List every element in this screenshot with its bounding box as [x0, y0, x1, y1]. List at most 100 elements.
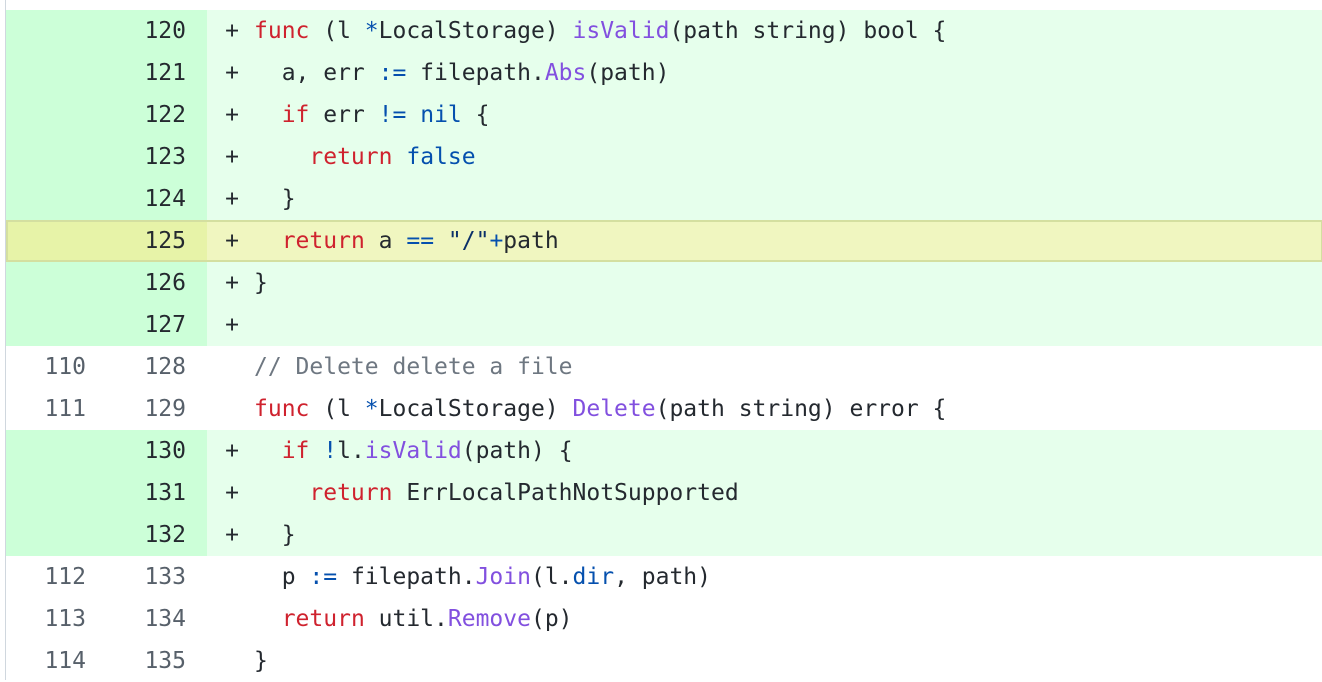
code-token: LocalStorage) [378, 396, 573, 422]
code-text: return false [239, 144, 475, 170]
code-token: } [254, 186, 296, 212]
code-text: } [239, 522, 296, 548]
code-token: filepath. [406, 60, 545, 86]
code-token: := [378, 60, 407, 86]
code-token: LocalStorage) [378, 18, 573, 44]
diff-line: 132 + } [6, 514, 1322, 556]
diff-line: 130 + if !l.isValid(path) { [6, 430, 1322, 472]
new-line-number[interactable]: 131 [86, 480, 186, 506]
diff-line: 120 + func (l *LocalStorage) isValid(path … [6, 10, 1322, 52]
diff-line: 124 + } [6, 178, 1322, 220]
code-token: := [309, 564, 338, 590]
code-token: if [281, 102, 310, 128]
code-text: func (l *LocalStorage) Delete(path strin… [239, 396, 946, 422]
old-line-number[interactable]: 112 [6, 564, 86, 590]
code-text: a, err := filepath.Abs(path) [239, 60, 670, 86]
code-token: { [461, 102, 490, 128]
new-line-number[interactable]: 134 [86, 606, 186, 632]
line-number-gutter: 122 [6, 94, 207, 136]
new-line-number[interactable]: 135 [86, 648, 186, 674]
diff-line: 123 + return false [6, 136, 1322, 178]
code-text: if err != nil { [239, 102, 490, 128]
code-token: isValid [364, 438, 462, 464]
code-token: Remove [447, 606, 531, 632]
diff-marker: + [225, 228, 239, 254]
code-token: a, err [254, 60, 379, 86]
old-line-number[interactable]: 111 [6, 396, 86, 422]
code-token: * [364, 396, 379, 422]
code-token: isValid [572, 18, 670, 44]
new-line-number[interactable]: 126 [86, 270, 186, 296]
diff-view: 120 + func (l *LocalStorage) isValid(path … [5, 0, 1322, 682]
code-token: (path) { [461, 438, 573, 464]
line-number-gutter: 131 [6, 472, 207, 514]
code-token: filepath. [337, 564, 476, 590]
code-token: err [309, 102, 379, 128]
code-token: Join [475, 564, 531, 590]
line-number-gutter: 127 [6, 304, 207, 346]
line-number-gutter: 113 134 [6, 598, 207, 640]
line-number-gutter: 111 129 [6, 388, 207, 430]
diff-marker: + [225, 18, 239, 44]
new-line-number[interactable]: 132 [86, 522, 186, 548]
diff-line: 127 + [6, 304, 1322, 346]
new-line-number[interactable]: 127 [86, 312, 186, 338]
code-text: func (l *LocalStorage) isValid(path stri… [239, 18, 946, 44]
new-line-number[interactable]: 121 [86, 60, 186, 86]
code-token: "/" [434, 228, 490, 254]
new-line-number[interactable]: 129 [86, 396, 186, 422]
code-token: a [364, 228, 407, 254]
code-token: return [281, 606, 365, 632]
old-line-number[interactable]: 113 [6, 606, 86, 632]
code-token: nil [420, 102, 462, 128]
diff-marker: + [225, 312, 239, 338]
code-token: path [503, 228, 559, 254]
new-line-number[interactable]: 120 [86, 18, 186, 44]
code-token: l. [337, 438, 365, 464]
code-token: Delete [572, 396, 656, 422]
code-token: (p) [530, 606, 573, 632]
diff-line: 125 + return a == "/"+path [6, 220, 1322, 262]
code-token: (l [309, 396, 365, 422]
new-line-number[interactable]: 125 [86, 228, 186, 254]
line-number-gutter: 123 [6, 136, 207, 178]
new-line-number[interactable]: 124 [86, 186, 186, 212]
new-line-number[interactable]: 130 [86, 438, 186, 464]
diff-top-spacer [6, 0, 1322, 10]
code-token: dir [572, 564, 615, 590]
code-text: return util.Remove(p) [239, 606, 573, 632]
diff-marker: + [225, 60, 239, 86]
diff-line: 113 134 return util.Remove(p) [6, 598, 1322, 640]
code-token: // Delete delete a file [254, 354, 573, 380]
code-token: return [281, 228, 365, 254]
diff-marker: + [225, 186, 239, 212]
line-number-gutter: 110 128 [6, 346, 207, 388]
new-line-number[interactable]: 133 [86, 564, 186, 590]
new-line-number[interactable]: 128 [86, 354, 186, 380]
code-token: } [254, 648, 268, 674]
line-number-gutter: 124 [6, 178, 207, 220]
diff-line: 122 + if err != nil { [6, 94, 1322, 136]
new-line-number[interactable]: 123 [86, 144, 186, 170]
code-token: (path string) bool { [669, 18, 947, 44]
code-text: // Delete delete a file [239, 354, 573, 380]
code-token: != [378, 102, 407, 128]
code-token: (path string) error { [655, 396, 947, 422]
line-number-gutter: 114 135 [6, 640, 207, 682]
old-line-number[interactable]: 110 [6, 354, 86, 380]
diff-line: 111 129 func (l *LocalStorage) Delete(path… [6, 388, 1322, 430]
code-token: util. [364, 606, 448, 632]
code-token: if [281, 438, 310, 464]
old-line-number[interactable]: 114 [6, 648, 86, 674]
code-token: (l. [530, 564, 573, 590]
line-number-gutter: 112 133 [6, 556, 207, 598]
diff-line: 110 128 // Delete delete a file [6, 346, 1322, 388]
new-line-number[interactable]: 122 [86, 102, 186, 128]
